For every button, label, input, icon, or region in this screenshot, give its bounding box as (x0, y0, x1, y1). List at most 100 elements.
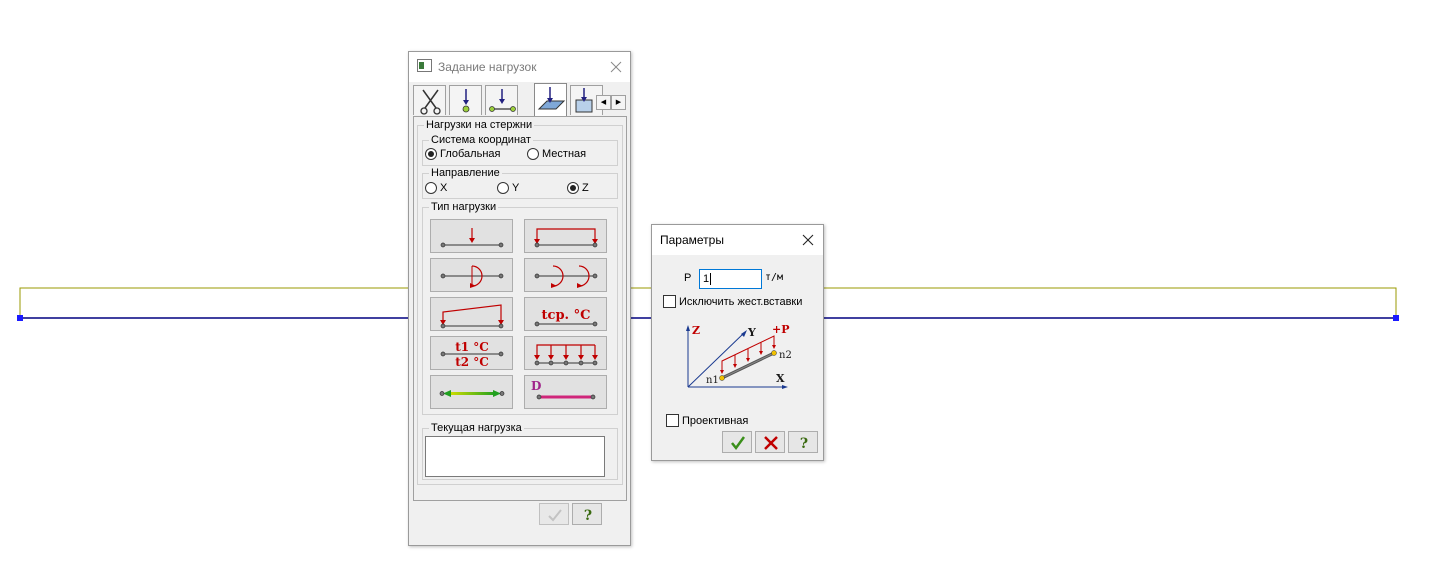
direction-group: Направление X Y Z (422, 167, 618, 199)
node-n2-label: n2 (779, 350, 792, 361)
params-dialog-titlebar[interactable]: Параметры (652, 225, 823, 255)
ok-button[interactable] (722, 431, 752, 453)
current-load-group: Текущая нагрузка (422, 422, 618, 480)
tab-node-loads[interactable] (449, 85, 482, 115)
load-type-title: Тип нагрузки (429, 201, 499, 214)
bar-loads-panel: Нагрузки на стержни Система координат Гл… (413, 116, 627, 501)
question-icon: ? (800, 436, 808, 452)
load-p-label: +P (772, 323, 790, 336)
distributed-moment-icon (534, 265, 598, 288)
tab-plate-loads[interactable] (534, 83, 567, 116)
plate-load-icon (537, 87, 566, 110)
load-type-distributed-moment[interactable] (524, 258, 607, 292)
p-value-input[interactable]: 1 (699, 269, 762, 289)
node-n1-label: n1 (706, 375, 719, 386)
load-type-partial-uniform[interactable] (524, 336, 607, 370)
p-value-text: 1 (703, 273, 710, 285)
axis-x-label: X (776, 372, 785, 385)
exclude-rigid-inserts-checkbox[interactable]: Исключить жест.вставки (663, 295, 802, 308)
p-unit: т/м (765, 272, 784, 283)
check-icon (731, 436, 746, 451)
tab-bar-loads[interactable] (485, 85, 518, 115)
current-load-box[interactable] (425, 436, 605, 477)
radio-y-label: Y (512, 182, 520, 194)
temp-avg-label: tср. °C (542, 308, 591, 323)
exclude-rigid-inserts-label: Исключить жест.вставки (679, 295, 803, 308)
direction-title: Направление (429, 167, 502, 180)
coord-system-title: Система координат (429, 134, 533, 147)
radio-local[interactable]: Местная (527, 148, 586, 160)
load-type-concentrated[interactable] (430, 219, 513, 253)
radio-z-dot[interactable] (567, 182, 579, 194)
tabs-scroll-right[interactable]: ▶ (611, 95, 626, 110)
axial-load-icon (439, 390, 505, 397)
radio-x-dot[interactable] (425, 182, 437, 194)
tabs-scroll-left[interactable]: ◀ (596, 95, 611, 110)
multiple-forces-icon (534, 344, 598, 366)
bar-load-icon (489, 89, 516, 112)
params-dialog: Параметры P 1 т/м Исключить жест.вставки… (651, 224, 824, 461)
temp-top-label: t1 °C (455, 340, 489, 354)
load-dialog: Задание нагрузок ◀ ▶ Нагрузки на стержни… (408, 51, 631, 546)
close-icon[interactable] (798, 230, 818, 250)
displacement-label: D (531, 379, 541, 393)
cross-icon (764, 436, 778, 450)
radio-y-dot[interactable] (497, 182, 509, 194)
temperature-avg-icon: tср. °C (534, 308, 598, 327)
load-type-moment[interactable] (430, 258, 513, 292)
help-button[interactable]: ? (788, 431, 818, 453)
radio-x-label: X (440, 182, 448, 194)
radio-y[interactable]: Y (497, 182, 519, 194)
axis-z-label: Z (692, 324, 700, 337)
radio-global[interactable]: Глобальная (425, 148, 500, 160)
radio-local-dot[interactable] (527, 148, 539, 160)
load-tabs: ◀ ▶ (413, 83, 627, 117)
load-type-temp-gradient[interactable]: t1 °C t2 °C (430, 336, 513, 370)
apply-button[interactable] (539, 503, 569, 525)
question-icon: ? (584, 508, 592, 524)
p-label: P (684, 272, 692, 284)
temp-bottom-label: t2 °C (455, 355, 489, 369)
check-icon (548, 509, 562, 522)
trapezoidal-load-icon (440, 304, 504, 329)
axis-y-label: Y (747, 326, 756, 339)
tab-scissors[interactable] (413, 85, 446, 115)
temperature-gradient-icon: t1 °C t2 °C (440, 340, 504, 369)
load-type-displacement[interactable]: D (524, 375, 607, 409)
node-right[interactable] (1393, 315, 1399, 321)
concentrated-moment-icon (440, 265, 504, 288)
projective-checkbox[interactable]: Проективная (666, 414, 748, 427)
cancel-button[interactable] (755, 431, 785, 453)
radio-global-label: Глобальная (440, 148, 501, 160)
radio-z[interactable]: Z (567, 182, 589, 194)
radio-z-label: Z (582, 182, 589, 194)
close-icon[interactable] (606, 57, 626, 77)
exclude-rigid-inserts-box[interactable] (663, 295, 676, 308)
bar-loads-title: Нагрузки на стержни (424, 119, 535, 132)
uniform-load-icon (534, 228, 598, 248)
node-left[interactable] (17, 315, 23, 321)
load-type-uniform[interactable] (524, 219, 607, 253)
svg-text:?: ? (584, 508, 592, 524)
load-diagram: Z Y X +P n1 n2 (686, 323, 792, 389)
app-icon (417, 59, 432, 72)
projective-box[interactable] (666, 414, 679, 427)
load-dialog-titlebar[interactable]: Задание нагрузок (409, 52, 630, 82)
displacement-icon: D (531, 379, 596, 400)
radio-local-label: Местная (542, 148, 587, 160)
projective-label: Проективная (682, 414, 749, 427)
load-type-temp-avg[interactable]: tср. °C (524, 297, 607, 331)
params-dialog-title: Параметры (660, 233, 724, 247)
load-type-trapezoid[interactable] (430, 297, 513, 331)
current-load-title: Текущая нагрузка (429, 422, 524, 435)
scissors-icon (420, 89, 441, 115)
load-dialog-title: Задание нагрузок (438, 60, 537, 74)
load-type-axial[interactable] (430, 375, 513, 409)
load-type-group: Тип нагрузки tср. °C t1 °C t2 °C D (422, 201, 618, 415)
coord-system-group: Система координат Глобальная Местная (422, 134, 618, 166)
node-load-icon (462, 89, 470, 113)
help-button[interactable]: ? (572, 503, 602, 525)
radio-global-dot[interactable] (425, 148, 437, 160)
radio-x[interactable]: X (425, 182, 447, 194)
concentrated-force-icon (440, 228, 504, 248)
